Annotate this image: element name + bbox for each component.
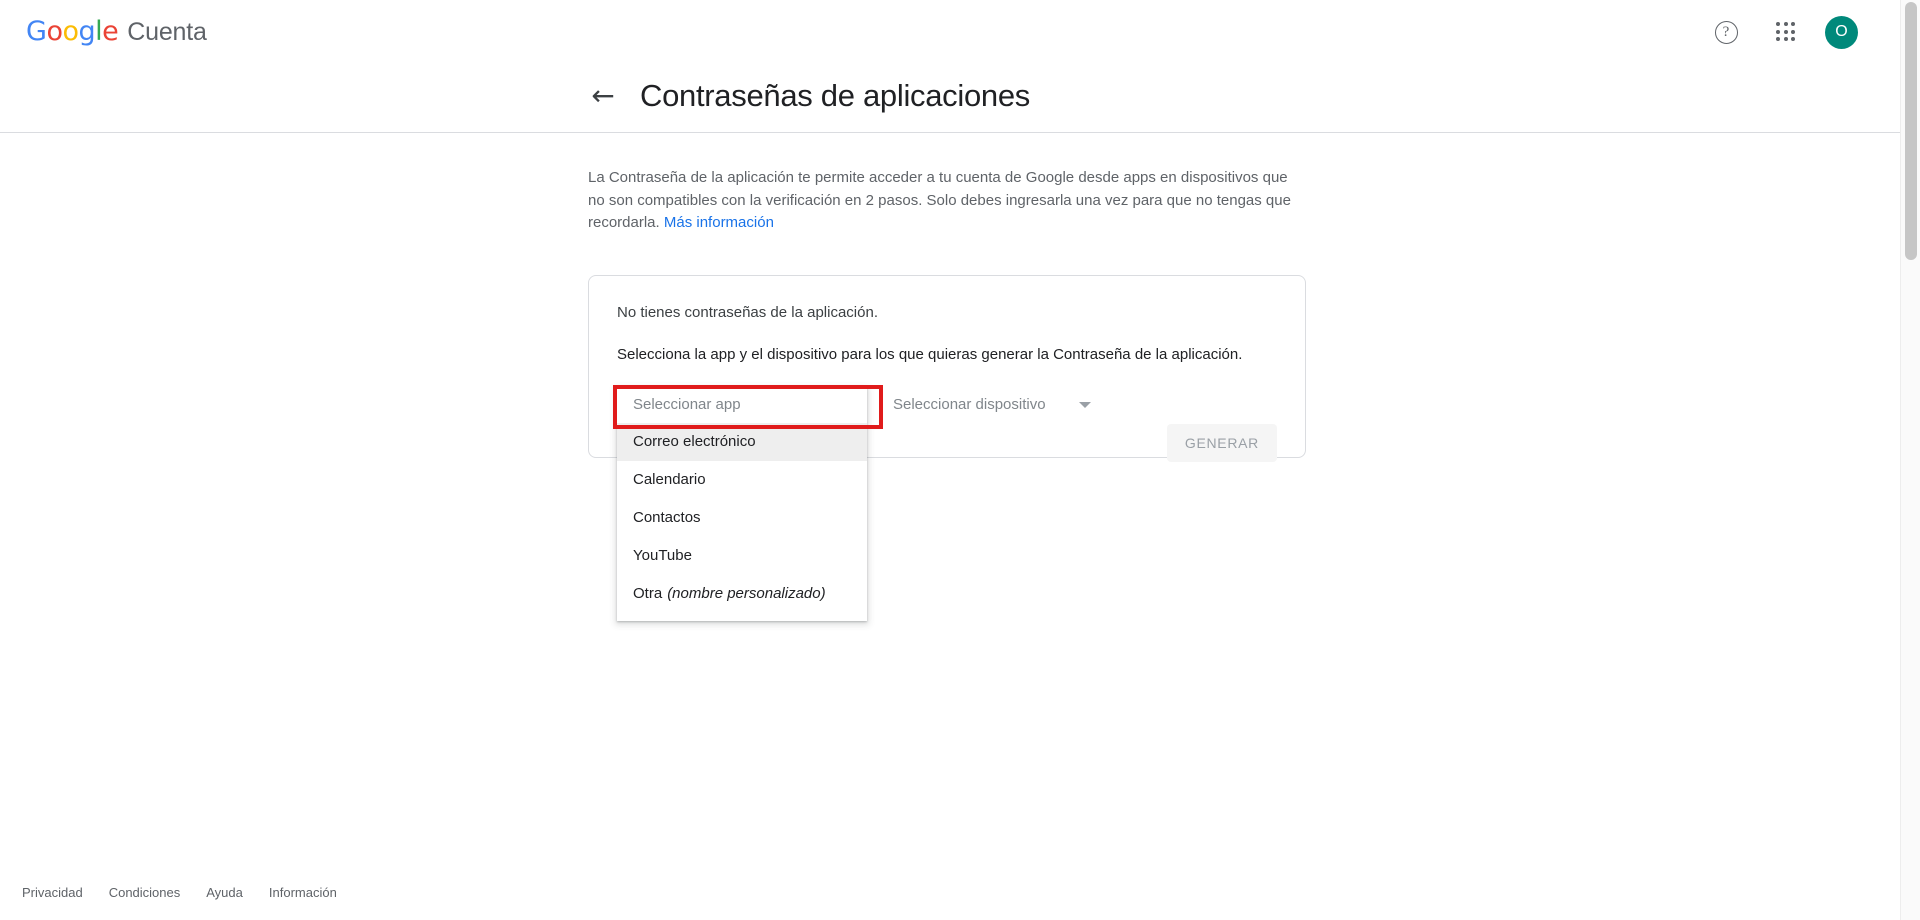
header-actions: ? O [1705,11,1876,53]
google-account-brand[interactable]: Google Cuenta [26,18,207,47]
help-button[interactable]: ? [1705,11,1747,53]
dropdown-option-contactos[interactable]: Contactos [617,499,867,537]
footer-link-ayuda[interactable]: Ayuda [206,885,243,900]
google-logo: Google [26,15,119,47]
generate-row: GENERAR [1166,423,1277,462]
device-select-placeholder: Seleccionar dispositivo [893,396,1046,413]
intro-paragraph: La Contraseña de la aplicación te permit… [588,167,1300,235]
chevron-down-icon [1079,401,1091,408]
no-passwords-note: No tienes contraseñas de la aplicación. [617,303,878,321]
apps-grid-icon [1776,22,1796,42]
avatar[interactable]: O [1825,15,1858,49]
back-arrow-icon[interactable]: ← [588,82,618,110]
header-divider [0,132,1900,133]
select-prompt: Selecciona la app y el dispositivo para … [617,345,1243,363]
vertical-scrollbar[interactable] [1900,0,1920,920]
main-content: La Contraseña de la aplicación te permit… [588,152,1308,621]
footer-link-privacidad[interactable]: Privacidad [22,885,83,900]
dropdown-option-hint: (nombre personalizado) [667,585,826,602]
app-select-field[interactable]: Seleccionar app [617,386,867,423]
brand-product-label: Cuenta [127,17,207,46]
google-apps-button[interactable] [1765,11,1807,53]
help-icon: ? [1714,20,1738,44]
app-select-placeholder: Seleccionar app [633,396,741,413]
page-title: Contraseñas de aplicaciones [640,78,1030,113]
dropdown-option-label: Calendario [633,471,706,488]
device-select-field[interactable]: Seleccionar dispositivo [879,386,1101,423]
dropdown-option-label: Otra [633,585,663,602]
scrollbar-thumb[interactable] [1905,2,1917,260]
dropdown-option-label: Correo electrónico [633,433,756,450]
selectors-row: Correo electrónico Calendario Contactos … [613,384,1277,621]
page-footer: Privacidad Condiciones Ayuda Información [0,864,1900,920]
dropdown-option-correo-electronico[interactable]: Correo electrónico [617,422,867,461]
dropdown-option-otra[interactable]: Otra (nombre personalizado) [617,575,867,613]
footer-link-condiciones[interactable]: Condiciones [109,885,181,900]
app-passwords-card: No tienes contraseñas de la aplicación. … [588,274,1306,621]
app-select-wrapper: Correo electrónico Calendario Contactos … [613,384,883,621]
footer-link-informacion[interactable]: Información [269,885,337,900]
generate-button[interactable]: GENERAR [1166,423,1277,462]
dropdown-option-label: YouTube [633,547,692,564]
app-header: Google Cuenta ? O [0,0,1900,64]
dropdown-option-youtube[interactable]: YouTube [617,537,867,575]
page-viewport: Google Cuenta ? O ← Contraseñas de aplic… [0,0,1920,920]
dropdown-option-calendario[interactable]: Calendario [617,461,867,499]
more-info-link[interactable]: Más información [664,214,774,231]
dropdown-option-label: Contactos [633,509,701,526]
page-title-row: ← Contraseñas de aplicaciones [0,78,1900,114]
